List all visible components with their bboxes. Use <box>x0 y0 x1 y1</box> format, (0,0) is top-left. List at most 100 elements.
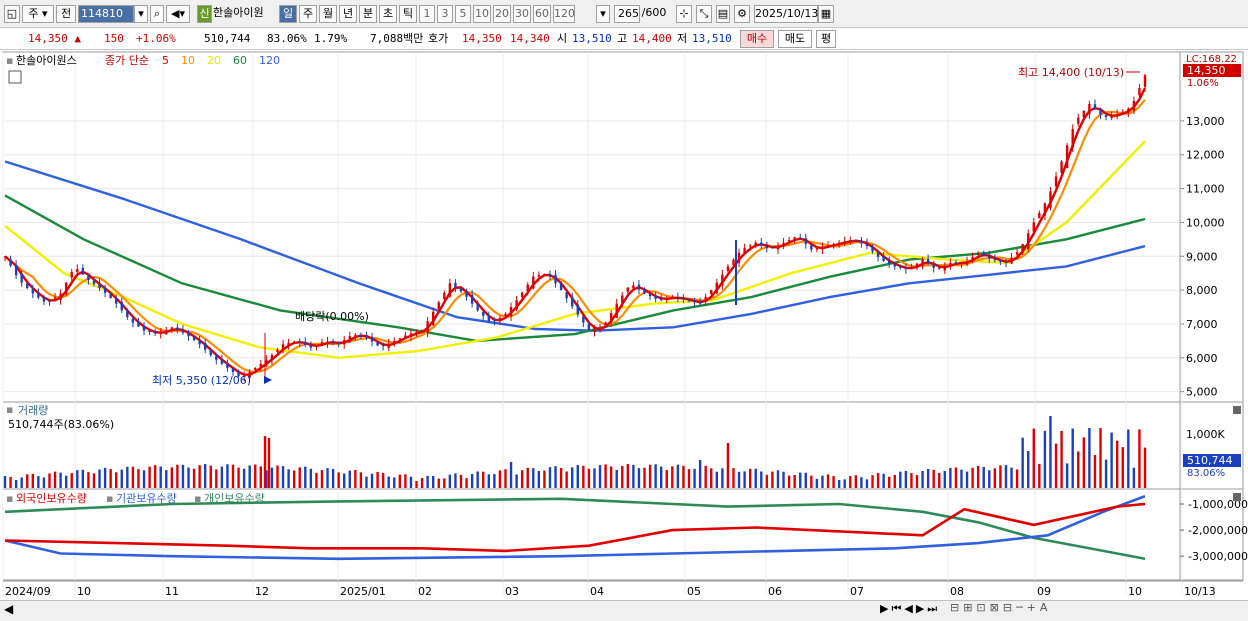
volume-bar <box>209 465 212 488</box>
candle-body <box>760 242 763 246</box>
count-input[interactable]: 265 <box>614 5 640 23</box>
candle-body <box>548 273 552 277</box>
period-tab[interactable]: 월 <box>319 5 337 23</box>
candle-body <box>1021 244 1024 253</box>
candle-body <box>103 287 107 293</box>
volume-bar <box>754 468 757 488</box>
search-icon[interactable]: ⌕ <box>150 5 164 23</box>
candle-body <box>48 300 51 302</box>
period-tab[interactable]: 초 <box>379 5 397 23</box>
period-tab[interactable]: 분 <box>359 5 377 23</box>
open-price: 13,510 <box>572 32 612 45</box>
market-select[interactable]: 주 ▾ <box>22 5 54 23</box>
candle-body <box>976 252 980 255</box>
window-icon[interactable]: ◱ <box>4 5 20 23</box>
volume-bar <box>37 476 40 488</box>
zoom-tools-icon[interactable]: ⊟⊞⊡⊠⊟─+A <box>950 601 1051 614</box>
volume-bar <box>1132 467 1136 488</box>
candle-body <box>821 246 824 250</box>
candle-body <box>220 359 224 364</box>
volume-bar <box>53 471 57 488</box>
candle-body <box>120 301 123 311</box>
candle-body <box>381 345 385 347</box>
period-tab[interactable]: 틱 <box>399 5 417 23</box>
volume-bar <box>92 473 96 488</box>
candle-body <box>137 322 140 327</box>
candle-body <box>254 367 257 370</box>
price-chart[interactable]: 13,000 12,000 11,000 10,000 9,000 8,000 7,000 6… <box>0 50 1248 600</box>
candle-body <box>1065 145 1069 169</box>
scroll-left-icon[interactable]: ◀ <box>4 602 13 616</box>
volume-bar <box>343 473 346 488</box>
interval-tab[interactable]: 60 <box>533 5 551 23</box>
zoom-icon[interactable]: ⤡ <box>696 5 712 23</box>
interval-tab[interactable]: 20 <box>493 5 511 23</box>
code-input[interactable]: 114810 <box>78 5 134 23</box>
cross-icon[interactable]: ⊹ <box>676 5 692 23</box>
candle-body <box>893 263 896 267</box>
volume-bar <box>999 465 1002 488</box>
candle-body <box>637 284 641 290</box>
holdings-tick-label: -2,000,000 <box>1188 524 1248 537</box>
calendar-icon[interactable]: ▦ <box>818 5 834 23</box>
candle-body <box>965 261 969 265</box>
chevron-down-icon[interactable]: ▾ <box>596 5 610 23</box>
candle-body <box>715 282 719 293</box>
period-tab[interactable]: 주 <box>299 5 317 23</box>
x-tick-label: 12 <box>255 585 269 598</box>
volume-bar <box>582 465 585 488</box>
panel-marker: ▪ <box>194 492 201 505</box>
buy-button[interactable]: 매수 <box>740 30 774 48</box>
gear-icon[interactable]: ⚙ <box>734 5 750 23</box>
candle-body <box>1071 129 1074 148</box>
playback-icons[interactable]: ▶⏮◀▶⏭ <box>880 602 940 616</box>
candle-body <box>721 274 724 285</box>
period-tab[interactable]: 년 <box>339 5 357 23</box>
chevron-down-icon[interactable]: ▾ <box>134 5 148 23</box>
candle-body <box>76 269 79 273</box>
volume-bar <box>871 475 874 488</box>
period-tab[interactable]: 일 <box>279 5 297 23</box>
candle-body <box>431 311 435 326</box>
volume-bar <box>103 467 107 488</box>
candle-body <box>815 248 819 250</box>
interval-tab[interactable]: 1 <box>419 5 435 23</box>
high-annotation: 최고 14,400 (10/13) <box>1018 66 1124 79</box>
volume-bar <box>1027 451 1030 488</box>
interval-tab[interactable]: 5 <box>455 5 471 23</box>
candle-body <box>954 262 958 264</box>
interval-tab[interactable]: 30 <box>513 5 531 23</box>
volume-bar <box>126 466 129 488</box>
volume-bar <box>837 480 841 488</box>
volume-bar <box>454 473 457 488</box>
speaker-icon[interactable]: ◀▾ <box>166 5 190 23</box>
volume-bar <box>893 474 896 488</box>
interval-tab[interactable]: 120 <box>553 5 575 23</box>
volume-bar <box>326 468 329 488</box>
candle-body <box>409 333 413 338</box>
volume-bar <box>142 470 146 488</box>
interval-tab[interactable]: 10 <box>473 5 491 23</box>
volume-bar <box>682 465 685 488</box>
volume-bar <box>254 464 257 488</box>
candle-body <box>1082 110 1086 118</box>
candle-body <box>799 237 802 239</box>
volume-bar <box>354 470 357 488</box>
save-icon[interactable]: ▤ <box>716 5 730 23</box>
volume-bar <box>676 464 680 488</box>
date-input[interactable]: 2025/10/13 <box>754 5 818 23</box>
sell-button[interactable]: 매도 <box>778 30 812 48</box>
volume-bar <box>1032 428 1035 488</box>
panel-marker: ▪ <box>106 492 113 505</box>
candle-body <box>493 321 496 323</box>
volume-bar <box>665 470 668 488</box>
y-tick-label: 6,000 <box>1186 352 1218 365</box>
prev-button[interactable]: 전 <box>56 5 76 23</box>
candle-body <box>609 313 613 323</box>
candle-body <box>476 303 479 311</box>
candle-body <box>598 328 602 330</box>
candle-body <box>1138 88 1141 96</box>
eval-button[interactable]: 평 <box>816 30 836 48</box>
chart-scrollbar[interactable]: ◀ ▶⏮◀▶⏭ ⊟⊞⊡⊠⊟─+A <box>0 600 1248 621</box>
interval-tab[interactable]: 3 <box>437 5 453 23</box>
